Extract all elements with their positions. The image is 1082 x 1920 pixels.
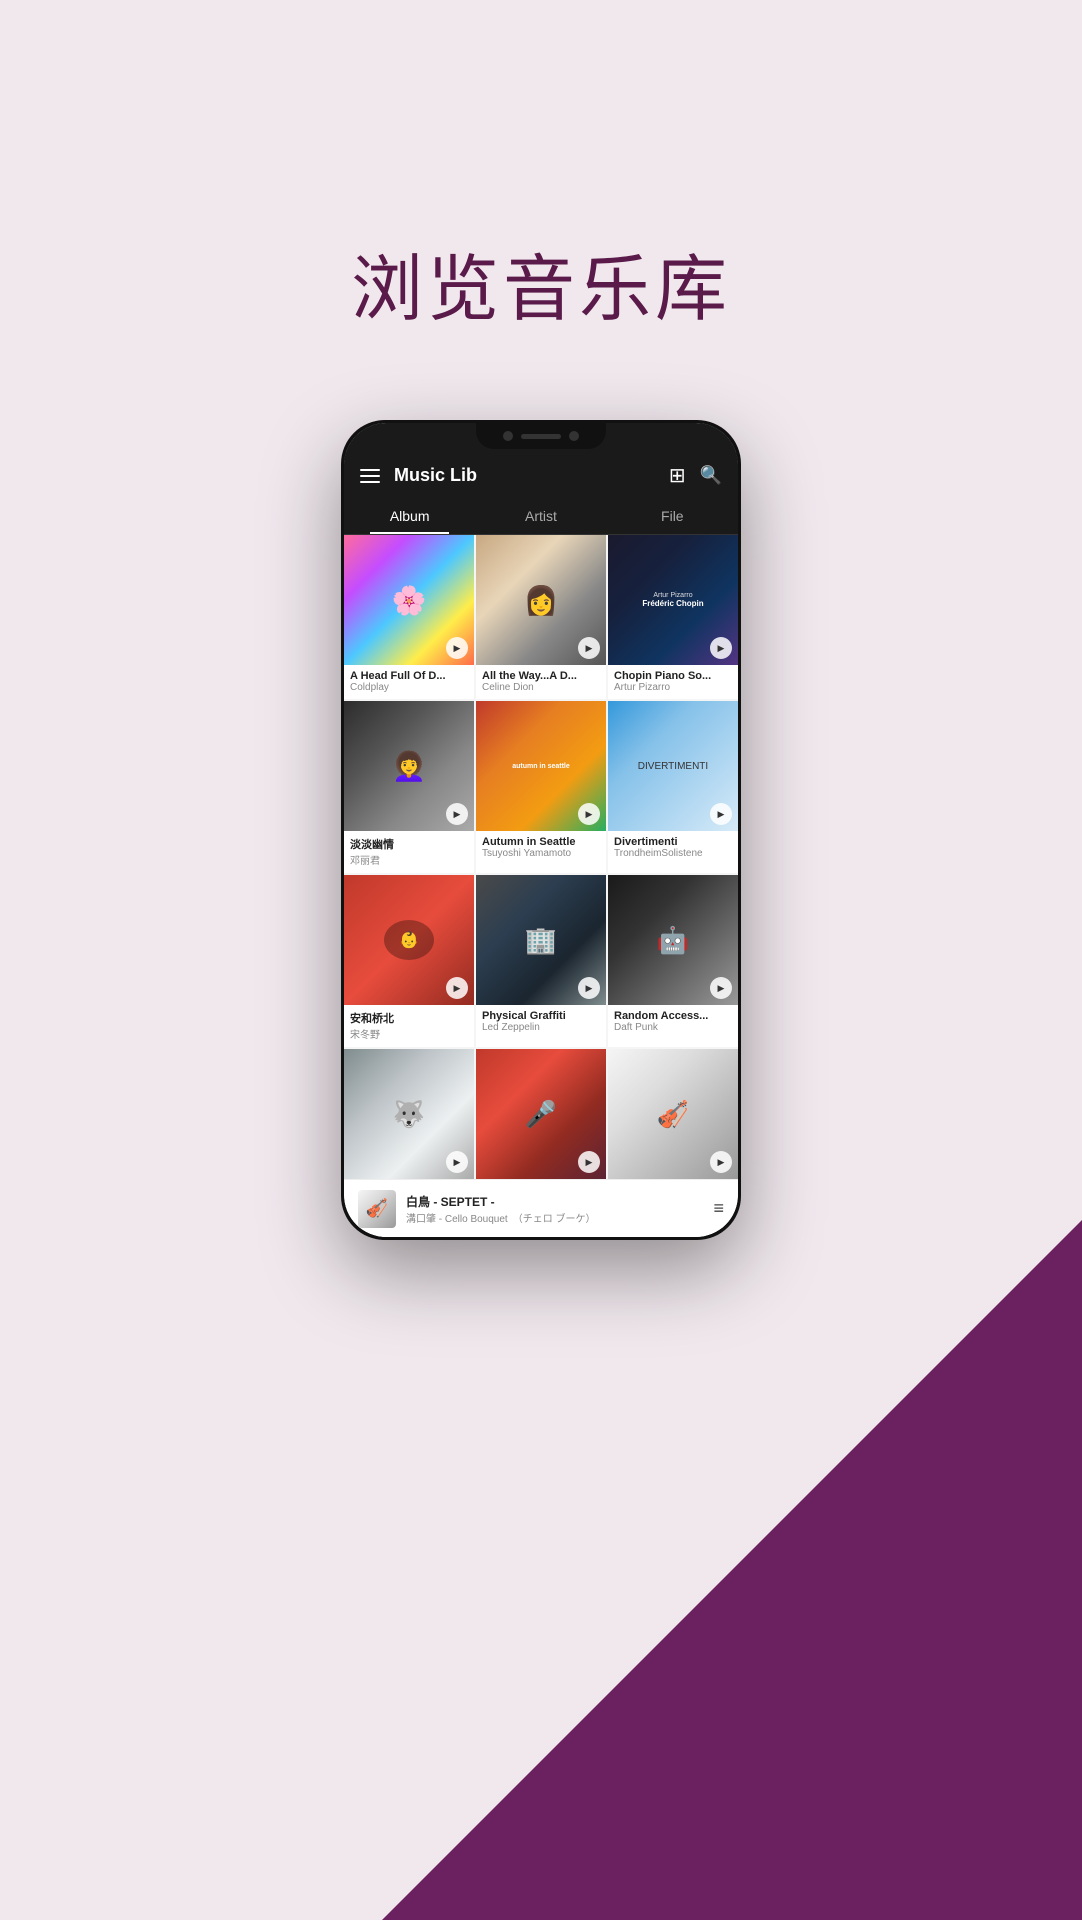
play-button-11[interactable]: ▶ [578, 1151, 600, 1173]
album-artist-1: Coldplay [350, 682, 468, 693]
play-button-7[interactable]: ▶ [446, 977, 468, 999]
album-info-2: All the Way...A D... Celine Dion [476, 665, 606, 699]
album-name-4: 淡淡幽情 [350, 836, 468, 852]
now-playing-info: 白鳥 - SEPTET - 溝口肇 - Cello Bouquet （チェロ ブ… [406, 1193, 703, 1225]
phone-notch [476, 423, 606, 449]
album-artist-8: Led Zeppelin [482, 1022, 600, 1033]
app-header: Music Lib ⊞ 🔍 [344, 453, 738, 498]
play-button-2[interactable]: ▶ [578, 637, 600, 659]
page-title: 浏览音乐库 [0, 230, 1082, 335]
album-artist-5: Tsuyoshi Yamamoto [482, 848, 600, 859]
sensor-notch [569, 431, 579, 441]
album-item-10[interactable]: 🐺 ▶ Matthen Lien Matthen Lien [344, 1049, 474, 1179]
album-name-5: Autumn in Seattle [482, 836, 600, 848]
album-cover-6: DIVERTIMENTI ▶ [608, 701, 738, 831]
album-info-9: Random Access... Daft Punk [608, 1005, 738, 1039]
phone-screen: Music Lib ⊞ 🔍 Album Artist File [344, 423, 738, 1237]
now-playing-thumbnail: 🎻 [358, 1190, 396, 1228]
header-right: ⊞ 🔍 [669, 463, 722, 488]
album-cover-8: 🏢 ▶ [476, 875, 606, 1005]
phone-frame: Music Lib ⊞ 🔍 Album Artist File [341, 420, 741, 1240]
album-name-9: Random Access... [614, 1010, 732, 1022]
album-artist-9: Daft Punk [614, 1022, 732, 1033]
album-item-5[interactable]: autumn in seattle ▶ Autumn in Seattle Ts… [476, 701, 606, 873]
play-button-3[interactable]: ▶ [710, 637, 732, 659]
album-artist-7: 宋冬野 [350, 1026, 468, 1041]
album-item-12[interactable]: 🎻 ▶ Cello Bouquet Cello Bouquet [608, 1049, 738, 1179]
album-item-6[interactable]: DIVERTIMENTI ▶ Divertimenti TrondheimSol… [608, 701, 738, 873]
album-item-1[interactable]: 🌸 ▶ A Head Full Of D... Coldplay [344, 535, 474, 699]
tab-file[interactable]: File [607, 498, 738, 534]
play-button-5[interactable]: ▶ [578, 803, 600, 825]
album-item-3[interactable]: Artur Pizarro Frédéric Chopin ▶ Chopin P… [608, 535, 738, 699]
album-name-1: A Head Full Of D... [350, 670, 468, 682]
album-cover-4: 👩‍🦱 ▶ [344, 701, 474, 831]
album-name-6: Divertimenti [614, 836, 732, 848]
album-cover-3: Artur Pizarro Frédéric Chopin ▶ [608, 535, 738, 665]
bg-purple-triangle [382, 1220, 1082, 1920]
album-cover-9: 🤖 ▶ [608, 875, 738, 1005]
album-artist-4: 邓丽君 [350, 852, 468, 867]
album-item-11[interactable]: 🎤 ▶ Dido Dido [476, 1049, 606, 1179]
play-button-8[interactable]: ▶ [578, 977, 600, 999]
phone-inner: Music Lib ⊞ 🔍 Album Artist File [344, 423, 738, 1237]
grid-view-icon[interactable]: ⊞ [669, 463, 686, 488]
search-icon[interactable]: 🔍 [700, 465, 722, 486]
album-info-7: 安和桥北 宋冬野 [344, 1005, 474, 1047]
album-name-3: Chopin Piano So... [614, 670, 732, 682]
now-playing-bar[interactable]: 🎻 白鳥 - SEPTET - 溝口肇 - Cello Bouquet （チェロ… [344, 1179, 738, 1237]
album-artist-2: Celine Dion [482, 682, 600, 693]
album-info-5: Autumn in Seattle Tsuyoshi Yamamoto [476, 831, 606, 865]
album-item-7[interactable]: 👶 ▶ 安和桥北 宋冬野 [344, 875, 474, 1047]
album-info-3: Chopin Piano So... Artur Pizarro [608, 665, 738, 699]
album-cover-11: 🎤 ▶ [476, 1049, 606, 1179]
album-cover-10: 🐺 ▶ [344, 1049, 474, 1179]
album-name-2: All the Way...A D... [482, 670, 600, 682]
album-item-9[interactable]: 🤖 ▶ Random Access... Daft Punk [608, 875, 738, 1047]
album-artist-3: Artur Pizarro [614, 682, 732, 693]
tab-bar: Album Artist File [344, 498, 738, 535]
album-cover-12: 🎻 ▶ [608, 1049, 738, 1179]
album-item-2[interactable]: 👩 ▶ All the Way...A D... Celine Dion [476, 535, 606, 699]
play-button-1[interactable]: ▶ [446, 637, 468, 659]
album-grid: 🌸 ▶ A Head Full Of D... Coldplay 👩 [344, 535, 738, 1179]
album-cover-5: autumn in seattle ▶ [476, 701, 606, 831]
play-button-4[interactable]: ▶ [446, 803, 468, 825]
play-button-10[interactable]: ▶ [446, 1151, 468, 1173]
album-cover-2: 👩 ▶ [476, 535, 606, 665]
album-info-6: Divertimenti TrondheimSolistene [608, 831, 738, 865]
header-left: Music Lib [360, 465, 477, 486]
album-item-8[interactable]: 🏢 ▶ Physical Graffiti Led Zeppelin [476, 875, 606, 1047]
play-button-9[interactable]: ▶ [710, 977, 732, 999]
album-name-7: 安和桥北 [350, 1010, 468, 1026]
play-button-6[interactable]: ▶ [710, 803, 732, 825]
play-button-12[interactable]: ▶ [710, 1151, 732, 1173]
now-playing-title: 白鳥 - SEPTET - [406, 1193, 703, 1210]
album-info-4: 淡淡幽情 邓丽君 [344, 831, 474, 873]
album-name-8: Physical Graffiti [482, 1010, 600, 1022]
album-cover-7: 👶 ▶ [344, 875, 474, 1005]
album-artist-6: TrondheimSolistene [614, 848, 732, 859]
camera-notch [503, 431, 513, 441]
menu-icon[interactable] [360, 469, 380, 483]
now-playing-subtitle: 溝口肇 - Cello Bouquet （チェロ ブーケ） [406, 1210, 703, 1225]
queue-icon[interactable]: ≡ [713, 1198, 724, 1219]
tab-album[interactable]: Album [344, 498, 475, 534]
album-info-8: Physical Graffiti Led Zeppelin [476, 1005, 606, 1039]
album-info-1: A Head Full Of D... Coldplay [344, 665, 474, 699]
album-cover-1: 🌸 ▶ [344, 535, 474, 665]
speaker-notch [521, 434, 561, 439]
tab-artist[interactable]: Artist [475, 498, 606, 534]
app-title: Music Lib [394, 465, 477, 486]
album-item-4[interactable]: 👩‍🦱 ▶ 淡淡幽情 邓丽君 [344, 701, 474, 873]
